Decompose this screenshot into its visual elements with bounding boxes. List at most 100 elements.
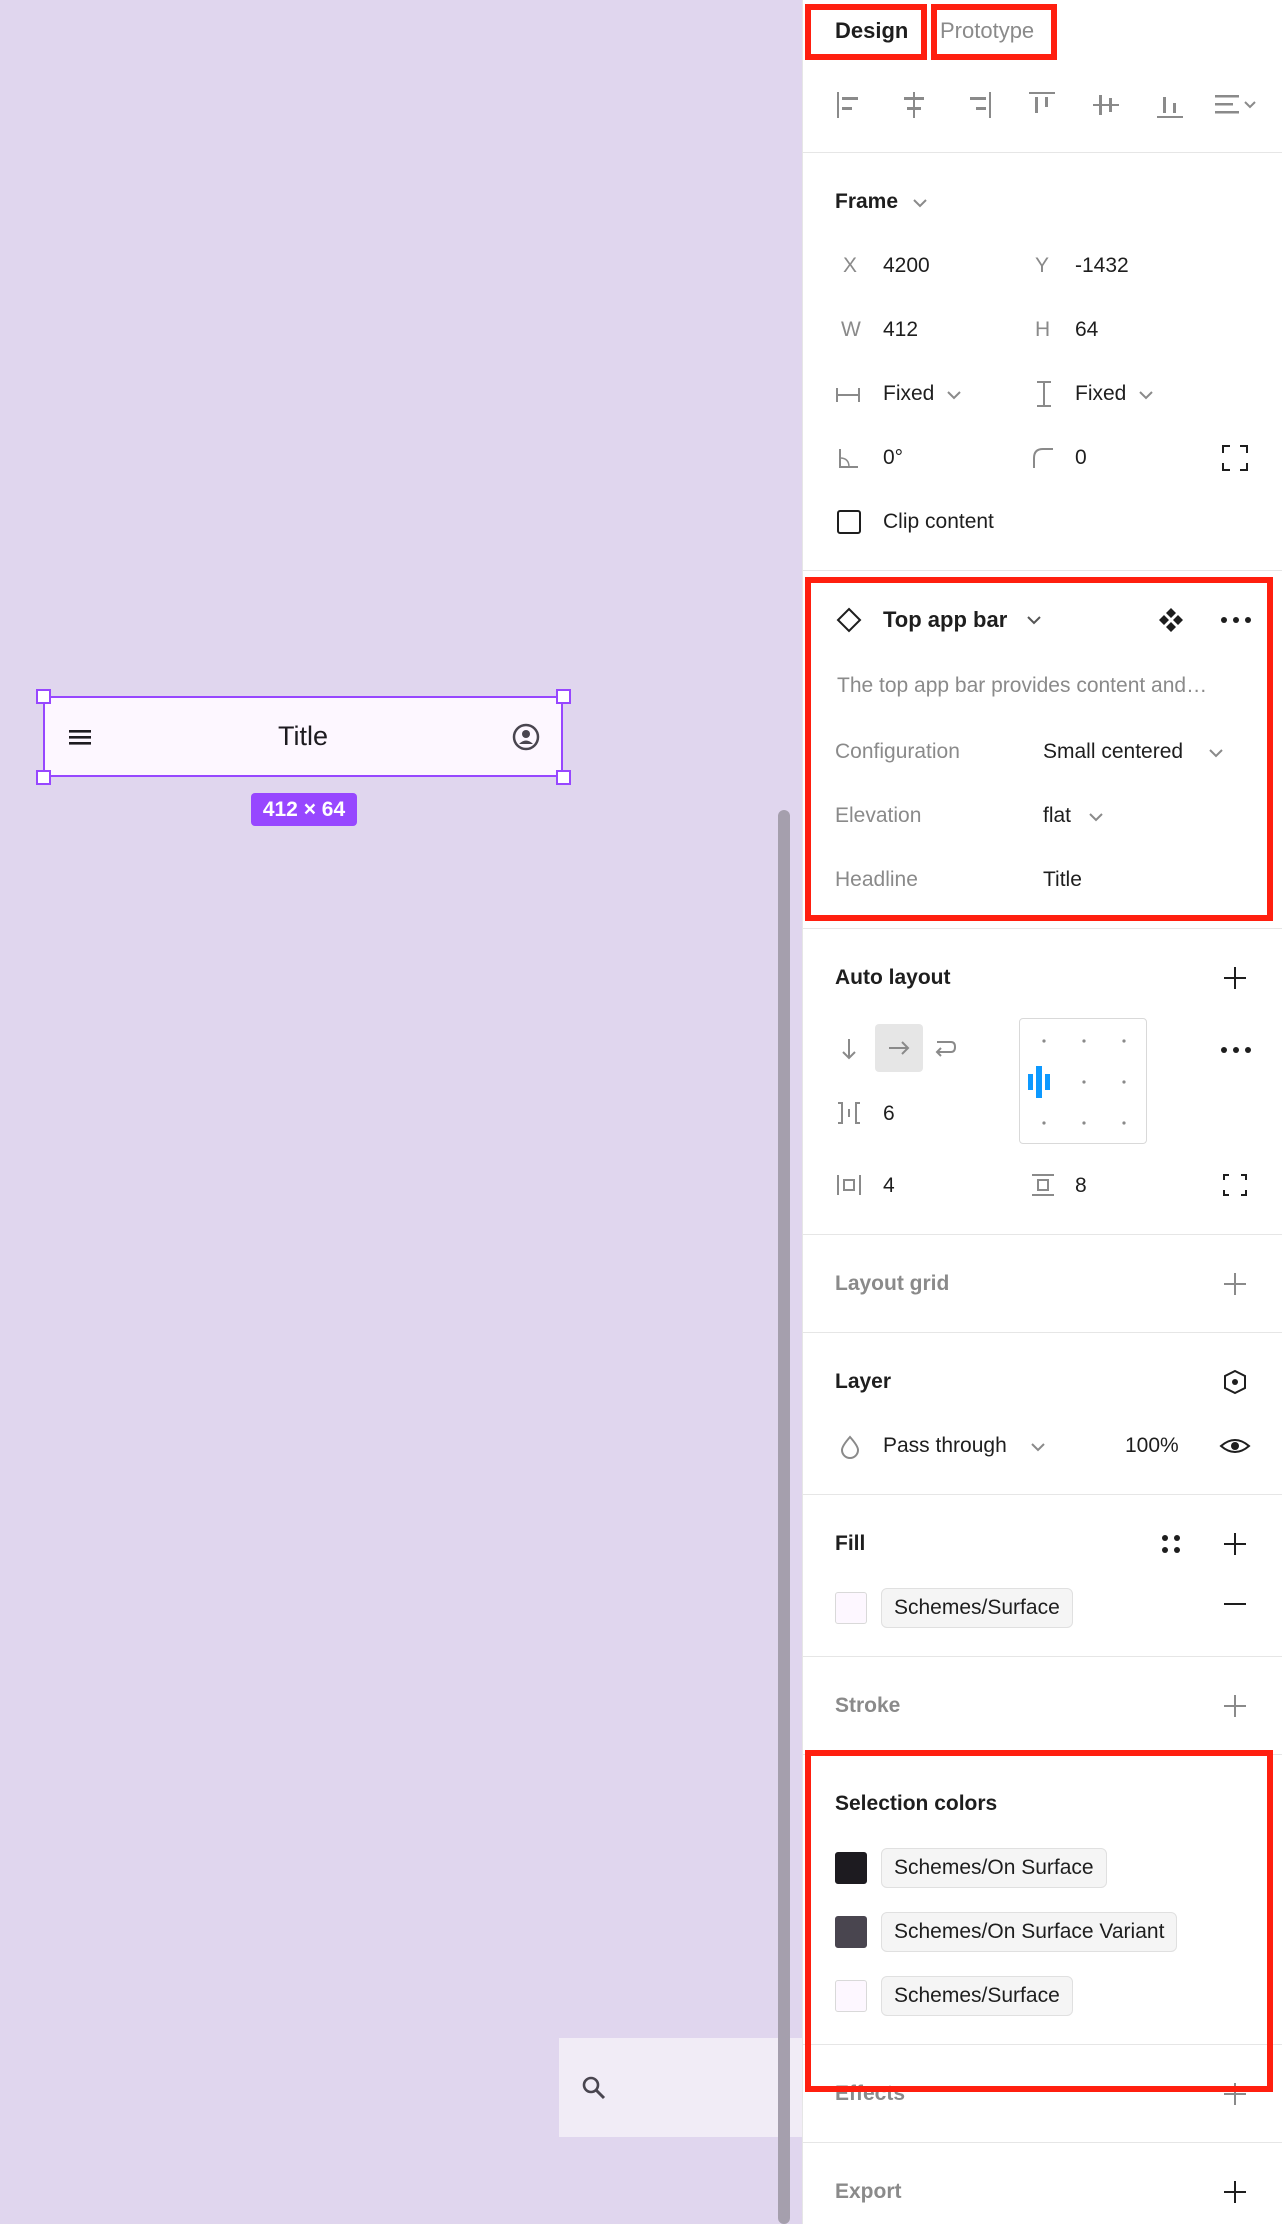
divider <box>803 1332 1282 1333</box>
align-vertical-center-icon[interactable] <box>1091 90 1121 120</box>
fill-swatch[interactable] <box>835 1592 867 1624</box>
rotation-icon <box>839 449 858 468</box>
selection-color-chip[interactable]: Schemes/On Surface Variant <box>881 1912 1178 1952</box>
frame-section-title[interactable]: Frame <box>835 190 898 214</box>
eye-icon[interactable] <box>1219 1434 1251 1458</box>
h-label: H <box>1035 318 1051 341</box>
divider <box>803 1494 1282 1495</box>
vertical-resizing-select[interactable]: Fixed <box>1075 382 1126 406</box>
configuration-label: Configuration <box>835 740 960 763</box>
selection-color-chip[interactable]: Schemes/Surface <box>881 1976 1073 2016</box>
chevron-down-icon[interactable] <box>1137 388 1155 402</box>
corner-radius-icon <box>1033 448 1053 468</box>
gap-input[interactable]: 6 <box>883 1102 895 1126</box>
component-name[interactable]: Top app bar <box>883 607 1007 633</box>
properties-panel: Design Prototype Frame X 4200 Y -1432 W … <box>802 0 1282 2224</box>
align-left-icon[interactable] <box>835 90 865 120</box>
align-right-icon[interactable] <box>963 90 993 120</box>
chevron-down-icon[interactable] <box>1029 1440 1047 1454</box>
y-label: Y <box>1035 254 1050 277</box>
fill-title: Fill <box>835 1532 866 1555</box>
alignment-grid[interactable] <box>1019 1018 1147 1144</box>
height-input[interactable]: 64 <box>1075 318 1098 342</box>
tab-prototype[interactable]: Prototype <box>940 18 1034 44</box>
resize-handle-top-right[interactable] <box>556 689 571 704</box>
minus-icon[interactable] <box>1221 1596 1249 1612</box>
layer-opacity-input[interactable]: 100% <box>1125 1434 1179 1458</box>
divider <box>803 2044 1282 2045</box>
plus-icon[interactable] <box>1221 1530 1249 1558</box>
top-app-bar-frame[interactable]: Title <box>43 696 563 777</box>
tab-design[interactable]: Design <box>835 18 908 44</box>
selection-color-swatch[interactable] <box>835 1852 867 1884</box>
export-title: Export <box>835 2180 902 2203</box>
fill-style-chip[interactable]: Schemes/Surface <box>881 1588 1073 1628</box>
horizontal-padding-input[interactable]: 4 <box>883 1174 895 1198</box>
headline-input[interactable]: Title <box>1043 868 1082 892</box>
gap-icon <box>838 1102 860 1124</box>
canvas-scrollbar[interactable] <box>778 810 790 2224</box>
selection-color-chip[interactable]: Schemes/On Surface <box>881 1848 1107 1888</box>
elevation-label: Elevation <box>835 804 922 827</box>
configuration-select[interactable]: Small centered <box>1043 740 1183 764</box>
headline-label: Headline <box>835 868 918 891</box>
wrap-icon[interactable] <box>931 1036 957 1062</box>
horizontal-resizing-select[interactable]: Fixed <box>883 382 934 406</box>
plus-icon[interactable] <box>1221 2178 1249 2206</box>
x-input[interactable]: 4200 <box>883 254 930 278</box>
style-library-icon[interactable] <box>1157 1530 1185 1558</box>
plus-icon[interactable] <box>1221 964 1249 992</box>
divider <box>803 2142 1282 2143</box>
elevation-select[interactable]: flat <box>1043 804 1071 828</box>
rotation-input[interactable]: 0° <box>883 446 903 470</box>
chevron-down-icon[interactable] <box>1087 810 1105 824</box>
search-strip[interactable] <box>559 2038 802 2137</box>
resize-handle-top-left[interactable] <box>36 689 51 704</box>
auto-layout-title: Auto layout <box>835 966 951 989</box>
plus-icon[interactable] <box>1221 1270 1249 1298</box>
chevron-down-icon[interactable] <box>945 388 963 402</box>
horizontal-direction-button[interactable] <box>875 1024 923 1072</box>
resize-handle-bottom-right[interactable] <box>556 770 571 785</box>
vertical-resizing-icon <box>1037 381 1051 407</box>
search-icon[interactable] <box>581 2075 607 2101</box>
divider <box>803 570 1282 571</box>
layer-options-icon[interactable] <box>1221 1368 1249 1396</box>
selection-color-swatch[interactable] <box>835 1916 867 1948</box>
selection-color-swatch[interactable] <box>835 1980 867 2012</box>
frame-title-text: Title <box>277 721 328 751</box>
chevron-down-icon[interactable] <box>1207 746 1225 760</box>
corner-radius-input[interactable]: 0 <box>1075 446 1087 470</box>
arrow-right-icon <box>889 1041 910 1055</box>
effects-title: Effects <box>835 2082 906 2105</box>
y-input[interactable]: -1432 <box>1075 254 1129 278</box>
align-horizontal-center-icon[interactable] <box>899 90 929 120</box>
blend-mode-select[interactable]: Pass through <box>883 1434 1007 1458</box>
design-canvas[interactable]: Title 412 × 64 <box>0 0 802 2224</box>
distribute-menu-icon[interactable] <box>1213 90 1259 120</box>
plus-icon[interactable] <box>1221 2080 1249 2108</box>
individual-padding-icon[interactable] <box>1221 1172 1249 1198</box>
vertical-padding-input[interactable]: 8 <box>1075 1174 1087 1198</box>
resize-handle-bottom-left[interactable] <box>36 770 51 785</box>
size-badge: 412 × 64 <box>251 793 357 826</box>
clip-content-checkbox[interactable] <box>837 510 861 534</box>
x-label: X <box>843 254 858 277</box>
more-options-icon[interactable] <box>1219 610 1253 630</box>
align-top-icon[interactable] <box>1027 90 1057 120</box>
go-to-main-component-icon[interactable] <box>1157 606 1185 634</box>
independent-corners-icon[interactable] <box>1221 444 1249 472</box>
divider <box>803 1754 1282 1755</box>
clip-content-label: Clip content <box>883 510 994 533</box>
horizontal-resizing-icon <box>836 388 860 402</box>
align-bottom-icon[interactable] <box>1155 90 1185 120</box>
chevron-down-icon[interactable] <box>911 196 929 210</box>
component-description: The top app bar provides content and… <box>837 674 1208 697</box>
vertical-padding-icon <box>1032 1174 1054 1196</box>
width-input[interactable]: 412 <box>883 318 918 342</box>
more-options-icon[interactable] <box>1219 1040 1253 1060</box>
chevron-down-icon[interactable] <box>1025 613 1043 627</box>
plus-icon[interactable] <box>1221 1692 1249 1720</box>
divider <box>803 928 1282 929</box>
vertical-direction-icon[interactable] <box>837 1036 861 1062</box>
